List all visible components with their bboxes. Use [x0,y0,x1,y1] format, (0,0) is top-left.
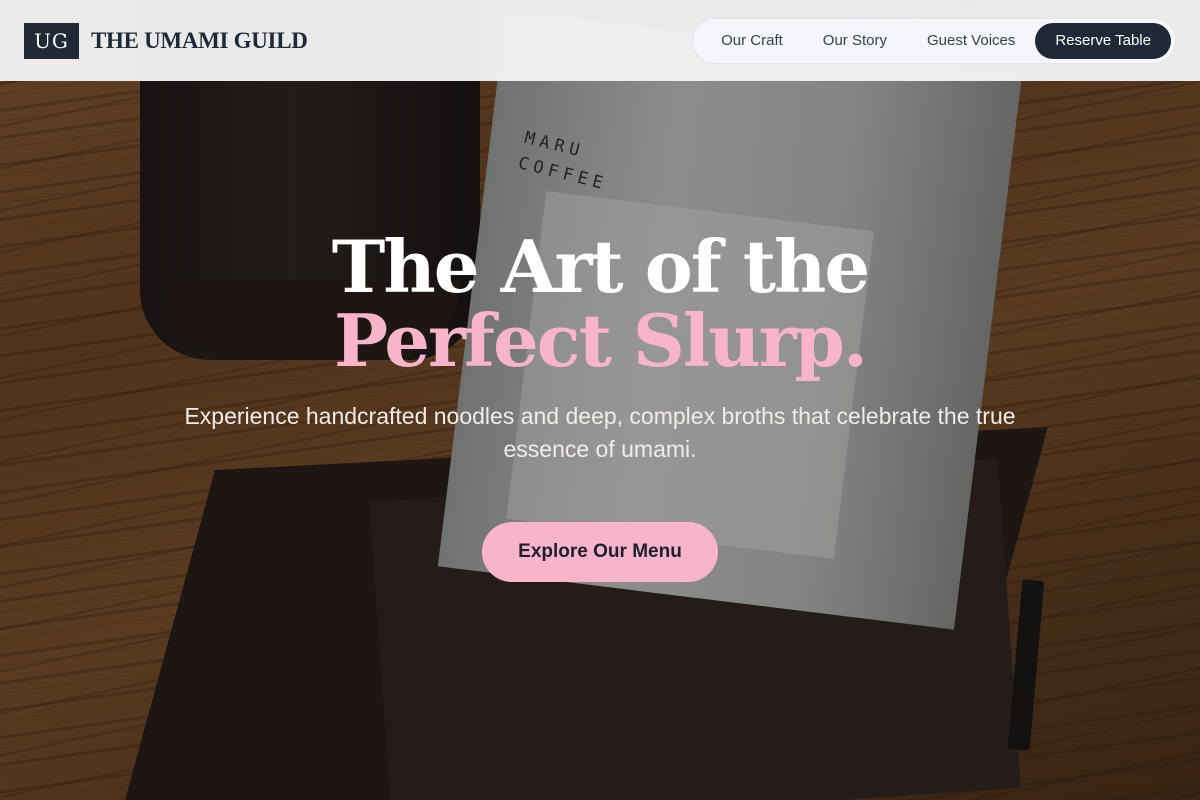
main-nav: Our Craft Our Story Guest Voices Reserve… [692,17,1176,64]
site-header: UG THE UMAMI GUILD Our Craft Our Story G… [0,0,1200,81]
hero-headline-line2: Perfect Slurp. [334,298,868,383]
hero-headline: The Art of the Perfect Slurp. [0,230,1200,378]
hero-content: The Art of the Perfect Slurp. Experience… [0,230,1200,582]
brand-name: THE UMAMI GUILD [91,27,308,53]
nav-link-our-craft[interactable]: Our Craft [701,32,803,49]
logo-mark: UG [24,22,79,59]
brand-logo[interactable]: UG THE UMAMI GUILD [24,22,308,59]
reserve-table-button[interactable]: Reserve Table [1035,22,1171,59]
explore-menu-button[interactable]: Explore Our Menu [482,522,718,582]
hero-subtitle: Experience handcrafted noodles and deep,… [184,403,1016,462]
nav-link-our-story[interactable]: Our Story [803,32,907,49]
hero-headline-line1: The Art of the [331,224,870,309]
nav-link-guest-voices[interactable]: Guest Voices [907,32,1035,49]
